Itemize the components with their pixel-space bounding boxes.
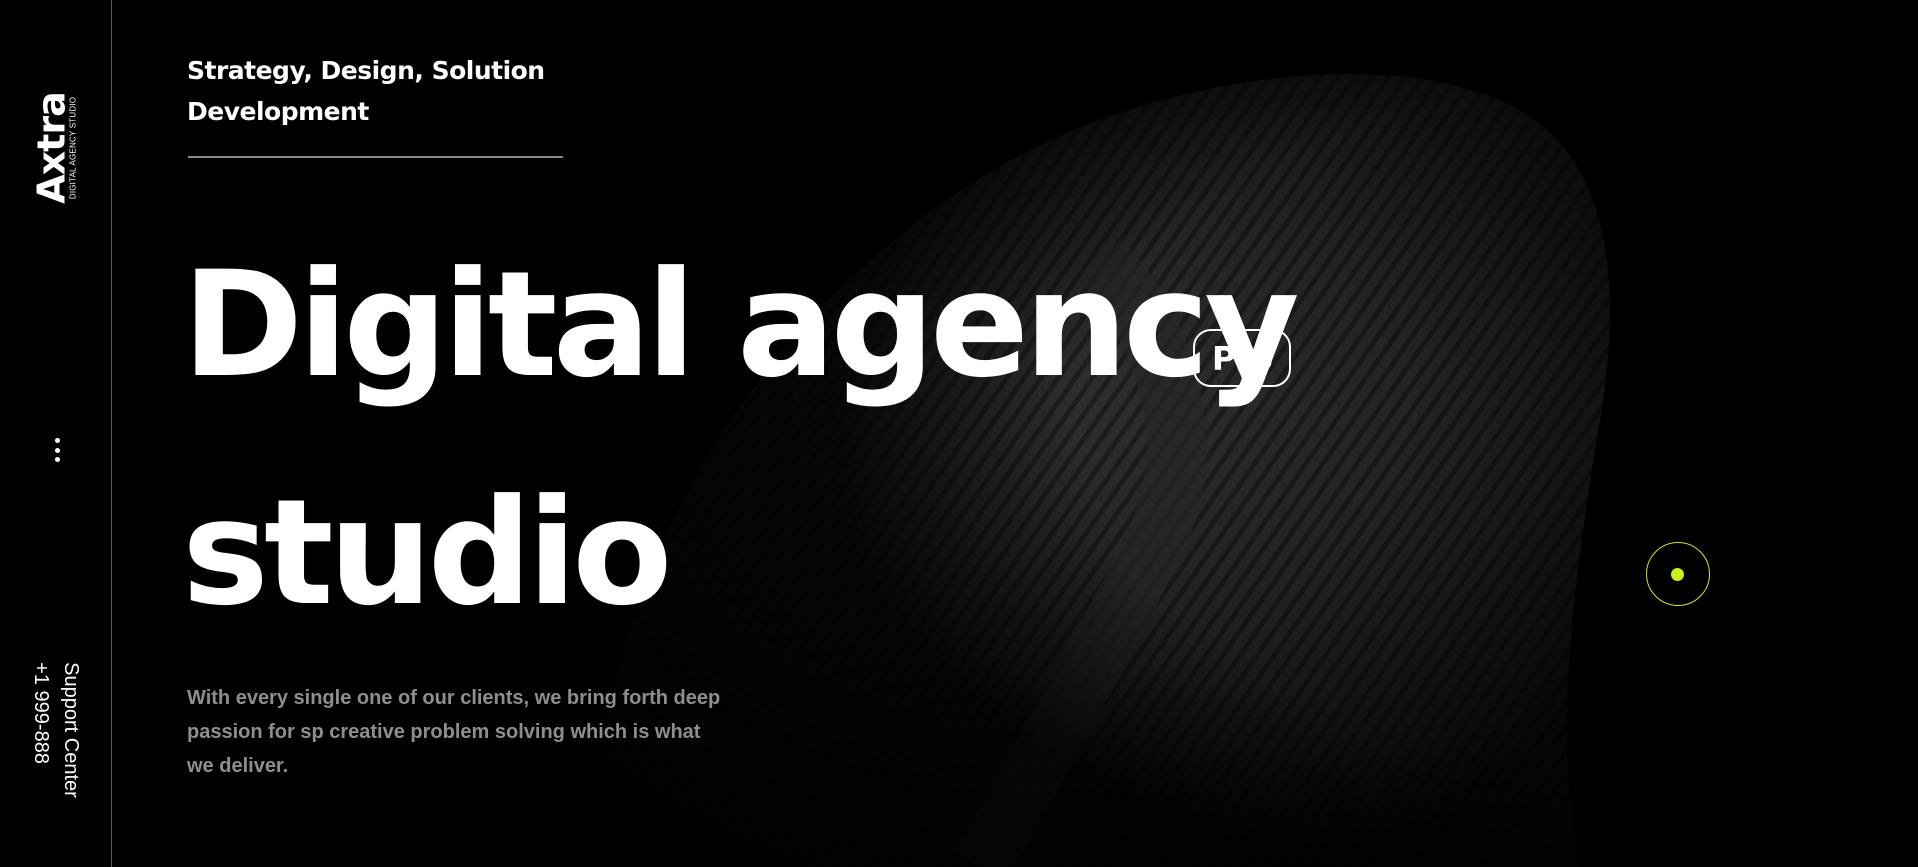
hero-description: With every single one of our clients, we… [187,687,721,777]
background-swirl-graphic [560,60,1918,867]
support-label: Support Center [60,662,82,798]
support-center[interactable]: Support Center +1 999-888 [26,662,86,798]
hero-title-line-2: studio [182,468,672,638]
brand-logo[interactable]: Axtra DIGITAL AGENCY STUDIO [29,92,78,204]
support-phone-link[interactable]: +1 999-888 [26,662,56,764]
hero-title-line-1: Digital agency [182,240,1300,410]
hero-tagline: Strategy, Design, Solution Development [187,50,587,132]
logo-wordmark: Axtra [29,92,74,204]
more-dots-icon[interactable] [49,438,65,462]
tagline-divider [188,156,563,158]
cursor-dot [1671,568,1684,581]
logo-subtitle: DIGITAL AGENCY STUDIO [68,96,78,200]
pro-badge: Pro [1193,329,1291,387]
tagline-line-2: Development [187,97,369,126]
sidebar: Axtra DIGITAL AGENCY STUDIO Support Cent… [0,0,112,867]
tagline-line-1: Strategy, Design, Solution [187,56,545,85]
